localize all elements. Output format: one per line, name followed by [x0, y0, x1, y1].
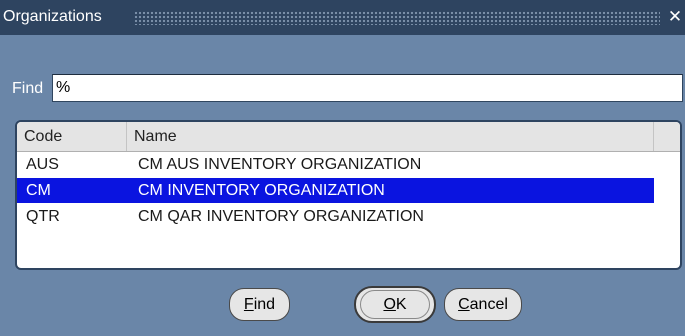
find-button[interactable]: Find [229, 288, 290, 321]
list-row-cm[interactable]: CM CM INVENTORY ORGANIZATION [17, 178, 654, 203]
find-button-mnemonic: F [243, 296, 254, 313]
cancel-button-mnemonic: C [458, 296, 470, 313]
row-name: CM INVENTORY ORGANIZATION [138, 182, 385, 199]
title-bar[interactable]: Organizations ✕ [0, 0, 685, 35]
row-name: CM QAR INVENTORY ORGANIZATION [138, 208, 424, 225]
ok-button-mnemonic: O [383, 296, 396, 313]
organizations-dialog: Organizations ✕ Find Code Name AUS CM AU… [0, 0, 685, 336]
column-header-name[interactable]: Name [127, 122, 654, 151]
row-code: QTR [26, 208, 60, 225]
organizations-list: Code Name AUS CM AUS INVENTORY ORGANIZAT… [15, 120, 682, 270]
close-icon[interactable]: ✕ [666, 7, 684, 27]
ok-button-label: K [395, 296, 407, 313]
find-button-label: ind [253, 296, 276, 313]
find-input[interactable] [52, 74, 683, 102]
cancel-button[interactable]: Cancel [444, 288, 522, 321]
list-header: Code Name [17, 122, 680, 152]
column-header-filler [654, 122, 680, 151]
row-code: CM [26, 182, 51, 199]
title-bar-grip-pattern [134, 11, 660, 25]
row-name: CM AUS INVENTORY ORGANIZATION [138, 156, 422, 173]
row-code: AUS [26, 156, 59, 173]
list-row-aus[interactable]: AUS CM AUS INVENTORY ORGANIZATION [17, 152, 654, 177]
list-row-qtr[interactable]: QTR CM QAR INVENTORY ORGANIZATION [17, 204, 654, 229]
find-label: Find [12, 80, 44, 97]
cancel-button-label: ancel [469, 296, 508, 313]
column-header-code[interactable]: Code [17, 122, 127, 151]
ok-button[interactable]: OK [360, 290, 430, 319]
window-title: Organizations [3, 8, 102, 25]
